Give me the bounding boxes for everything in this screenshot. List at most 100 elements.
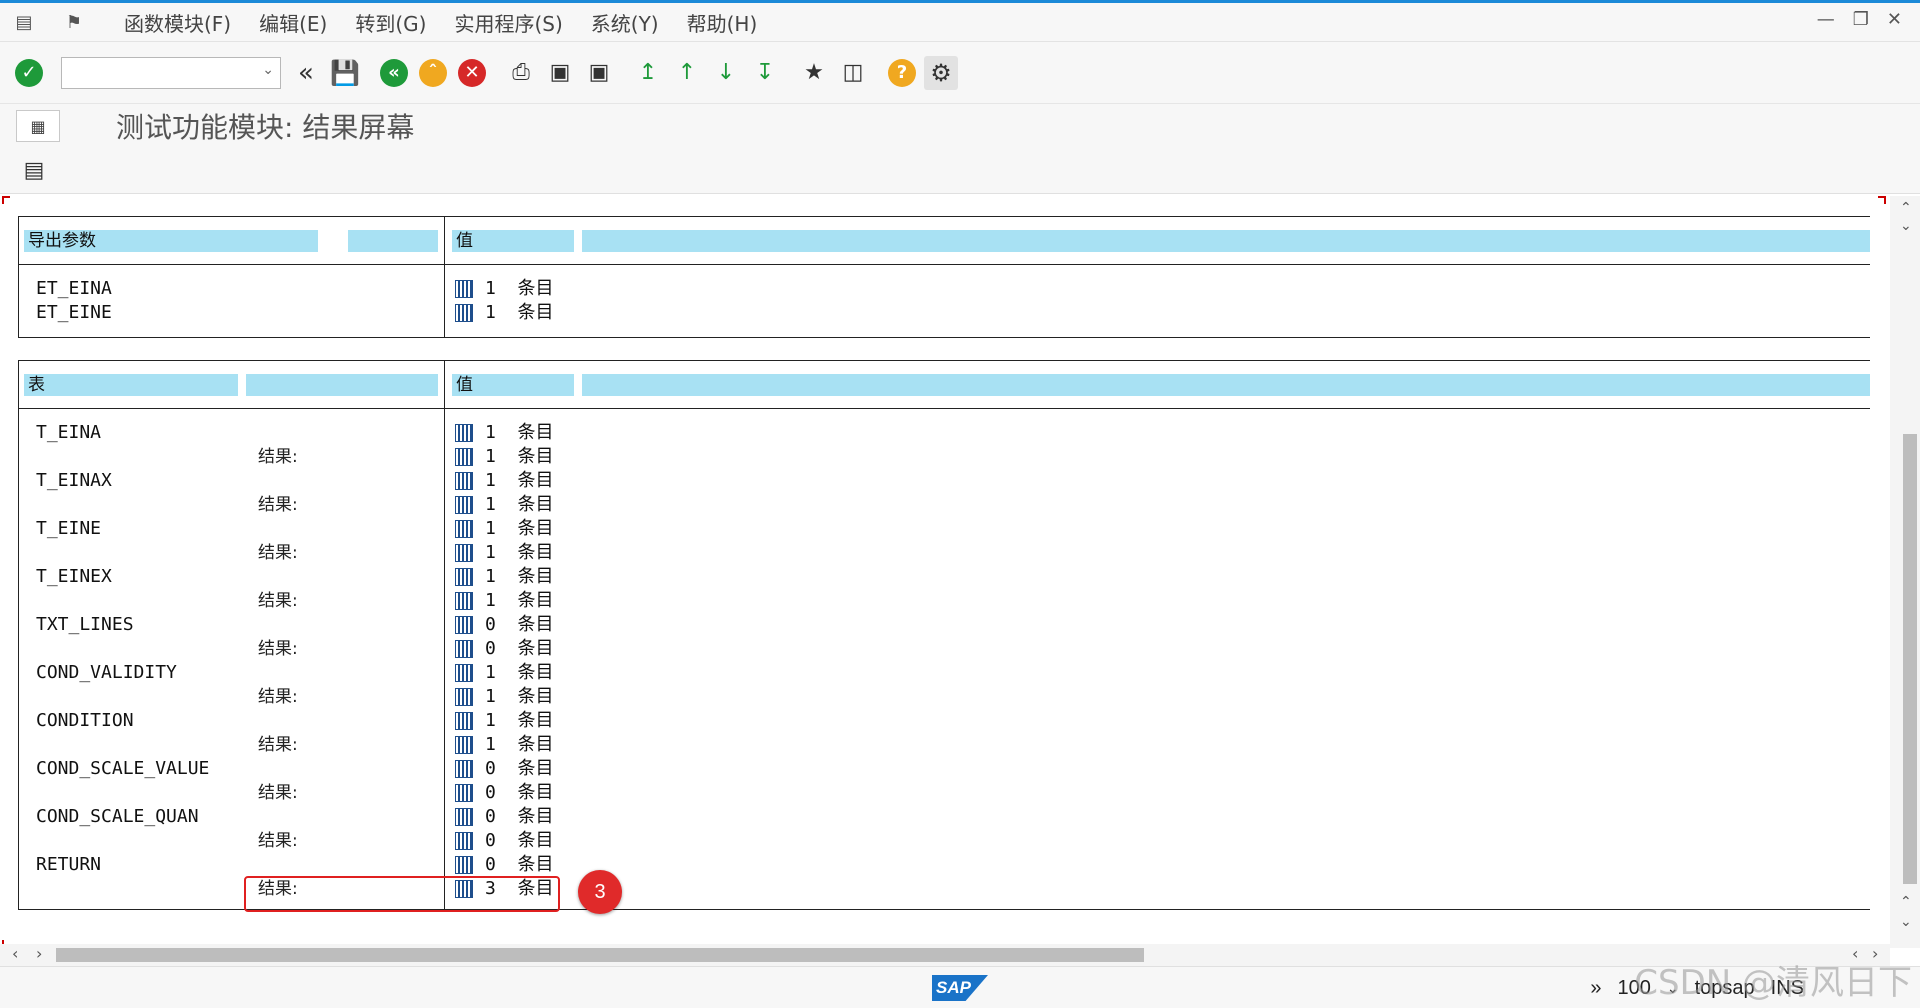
menu-help[interactable]: 帮助(H) [687,8,758,37]
exit-icon[interactable]: ˆ [416,56,450,90]
shortcut-icon[interactable]: ◫ [836,56,870,90]
vertical-scrollbar[interactable]: ⌃ ⌄ ⌃ ⌄ [1890,196,1920,948]
menu-goto[interactable]: 转到(G) [355,8,426,37]
table-param-name: T_EINA [36,422,102,443]
menu-system[interactable]: 系统(Y) [591,8,659,37]
table-param-value[interactable]: 1 条目 [455,661,554,685]
check-icon[interactable]: ✓ [12,56,46,90]
table-icon[interactable] [455,712,473,730]
table-icon[interactable] [455,304,473,322]
help-icon[interactable]: ? [885,56,919,90]
back-double-icon[interactable]: « [289,56,323,90]
prev-page-icon[interactable]: ↑ [670,56,704,90]
title-bar: ▦ 测试功能模块: 结果屏幕 [0,104,1920,148]
status-bar: SAP » 100 ⌄ topsap INS [0,966,1920,1008]
tables-header-row: 表 值 [18,361,1870,409]
screen-menu-icon[interactable]: ▦ [16,110,60,142]
table-icon[interactable] [455,472,473,490]
table-icon[interactable] [455,496,473,514]
table-icon[interactable] [455,520,473,538]
table-icon[interactable] [455,832,473,850]
table-param-value[interactable]: 0 条目 [455,853,554,877]
menu-edit[interactable]: 编辑(E) [259,8,327,37]
scroll-down-icon[interactable]: ⌄ [1900,914,1912,930]
restore-icon[interactable]: ❐ [1853,9,1869,30]
table-param-name: CONDITION [36,710,134,731]
chevron-down-icon[interactable]: ⌄ [262,62,274,78]
find-icon[interactable]: ▣ [543,56,577,90]
menu-utilities[interactable]: 实用程序(S) [454,8,562,37]
table-param-name: TXT_LINES [36,614,134,635]
settings-icon[interactable]: ⚙ [924,55,958,90]
table-icon[interactable] [455,664,473,682]
table-icon[interactable] [455,688,473,706]
table-param-value[interactable]: 0 条目 [455,805,554,829]
export-header-value: 值 [452,230,574,252]
result-value[interactable]: 1 条目 [455,493,554,517]
table-icon[interactable] [455,448,473,466]
table-icon[interactable] [455,616,473,634]
table-icon[interactable] [455,544,473,562]
table-param-value[interactable]: 1 条目 [455,709,554,733]
menu-expand-icon[interactable]: ▤ [10,8,38,36]
last-page-icon[interactable]: ↧ [748,56,782,90]
table-icon[interactable] [455,808,473,826]
result-value[interactable]: 1 条目 [455,541,554,565]
result-value[interactable]: 1 条目 [455,733,554,757]
table-param-value[interactable]: 1 条目 [455,517,554,541]
scroll-right-small-icon[interactable]: › [36,944,42,963]
table-icon[interactable] [455,592,473,610]
horizontal-scroll-thumb[interactable] [56,948,1144,962]
back-icon[interactable]: « [377,56,411,90]
debug-icon[interactable]: ▤ [20,157,48,185]
new-session-icon[interactable]: ★ [797,56,831,90]
result-value[interactable]: 1 条目 [455,589,554,613]
table-icon[interactable] [455,568,473,586]
table-icon[interactable] [455,856,473,874]
table-param-value[interactable]: 1 条目 [455,421,554,445]
scroll-left-icon[interactable]: ‹ [12,944,18,963]
cancel-icon[interactable]: ✕ [455,56,489,90]
table-icon[interactable] [455,784,473,802]
result-value[interactable]: 0 条目 [455,781,554,805]
sap-logo: SAP [932,975,988,1001]
table-param-name: T_EINE [36,518,102,539]
result-value[interactable]: 1 条目 [455,685,554,709]
scroll-down-small-icon[interactable]: ⌄ [1900,218,1912,234]
close-window-icon[interactable]: ✕ [1887,9,1902,30]
scroll-up-icon[interactable]: ⌃ [1900,200,1912,216]
table-param-value[interactable]: 0 条目 [455,757,554,781]
table-param-name: RETURN [36,854,102,875]
table-icon[interactable] [455,760,473,778]
table-icon[interactable] [455,640,473,658]
export-param-value[interactable]: 1 条目 [455,277,554,301]
vertical-scroll-thumb[interactable] [1903,434,1917,884]
table-param-name: COND_SCALE_QUAN [36,806,199,827]
expand-status-icon[interactable]: » [1590,977,1601,1000]
result-value[interactable]: 1 条目 [455,445,554,469]
table-param-value[interactable]: 1 条目 [455,469,554,493]
table-icon[interactable] [455,280,473,298]
page-up-icon[interactable]: ⌃ [1900,894,1912,910]
save-icon[interactable]: 💾 [328,56,362,90]
table-param-value[interactable]: 1 条目 [455,565,554,589]
export-param-value[interactable]: 1 条目 [455,301,554,325]
menu-function-module[interactable]: 函数模块(F) [124,8,231,37]
print-icon[interactable]: ⎙ [504,56,538,90]
first-page-icon[interactable]: ↥ [631,56,665,90]
table-icon[interactable] [455,736,473,754]
window-controls: — ❐ ✕ [1817,9,1902,30]
tables-section: 表 值 T_EINA 1 条目 结果: 1 条目 T_EINAX 1 条目 结果: 1 条目 T… [18,360,1870,910]
next-page-icon[interactable]: ↓ [709,56,743,90]
find-next-icon[interactable]: ▣ [582,56,616,90]
minimize-icon[interactable]: — [1817,9,1835,30]
horizontal-scrollbar[interactable]: ‹ › ‹ › [0,944,1890,966]
pin-icon[interactable]: ⚑ [60,8,88,36]
table-param-value[interactable]: 0 条目 [455,613,554,637]
command-field[interactable]: ⌄ [61,56,281,89]
result-label: 结果: [258,783,298,803]
table-icon[interactable] [455,424,473,442]
step-badge: 3 [578,870,622,914]
result-value[interactable]: 0 条目 [455,829,554,853]
result-value[interactable]: 0 条目 [455,637,554,661]
